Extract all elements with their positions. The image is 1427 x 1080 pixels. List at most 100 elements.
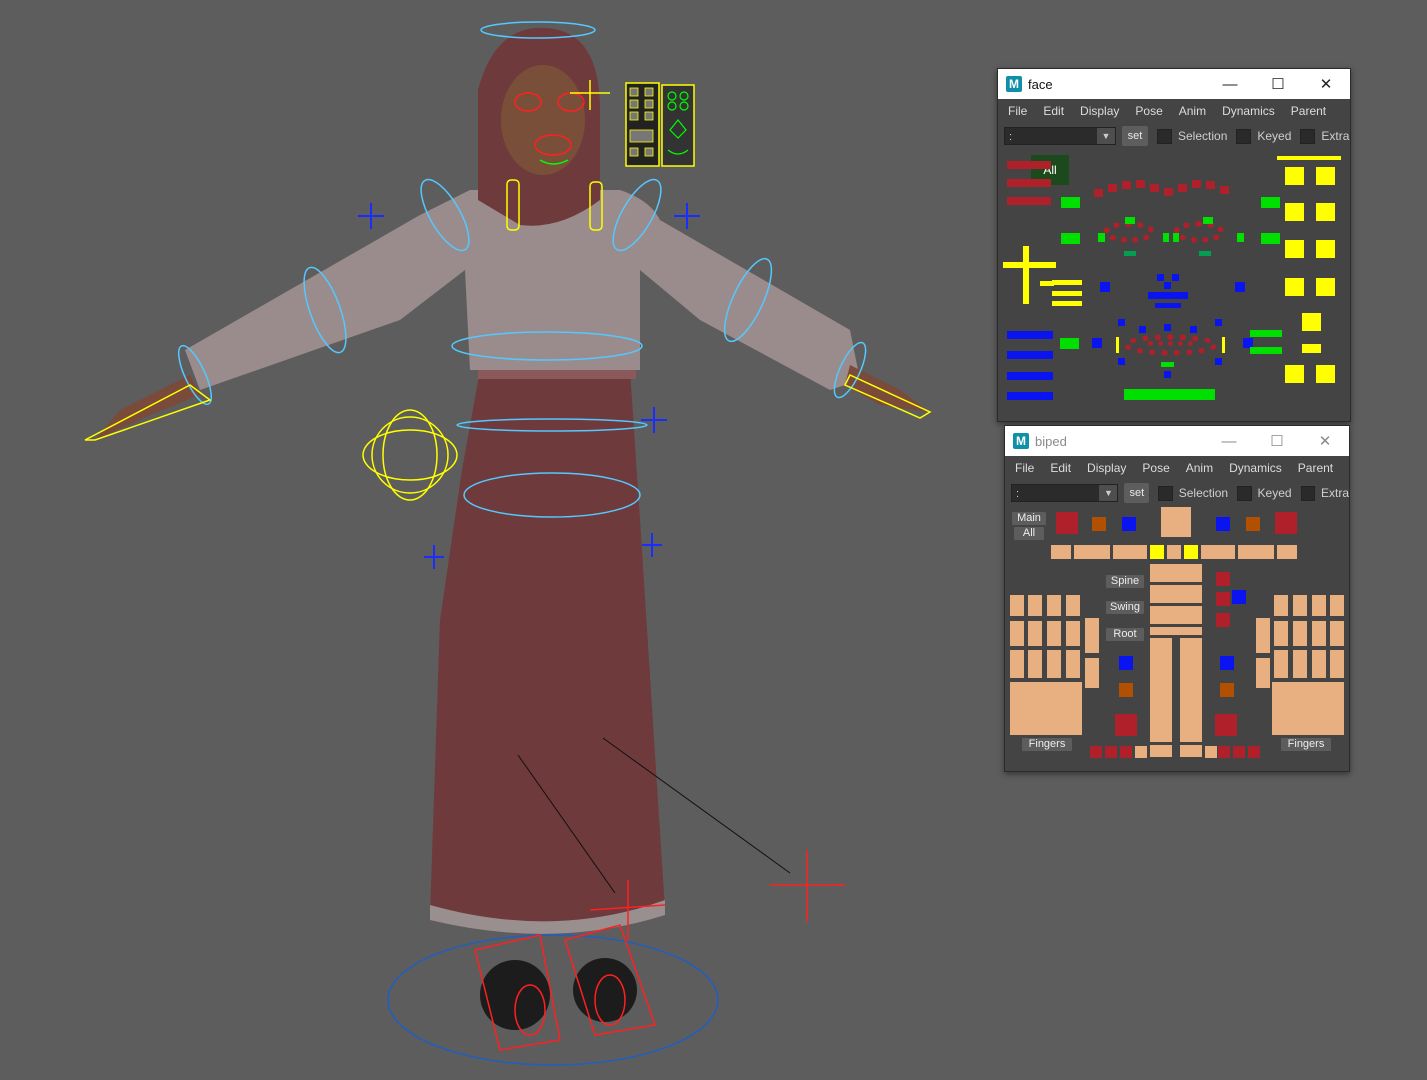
left-hand-finger[interactable]	[1028, 650, 1042, 678]
biped-window-titlebar[interactable]: M biped — ☐ ✕	[1005, 426, 1349, 456]
right-leg-red[interactable]	[1216, 592, 1230, 606]
right-toe-control[interactable]	[1218, 746, 1230, 758]
fingers-left-button[interactable]: Fingers	[1022, 738, 1072, 751]
right-hand-finger[interactable]	[1330, 650, 1344, 678]
chevron-down-icon[interactable]: ▼	[1097, 128, 1115, 144]
left-palm[interactable]	[1010, 682, 1082, 735]
mouth-green-control[interactable]	[1060, 338, 1079, 349]
menu-file[interactable]: File	[1000, 104, 1035, 118]
left-leg-control[interactable]	[1150, 638, 1172, 742]
hip-control[interactable]	[1150, 627, 1202, 635]
yellow-control[interactable]	[1316, 240, 1335, 258]
mouth-green-control[interactable]	[1250, 330, 1282, 337]
menu-file[interactable]: File	[1007, 461, 1042, 475]
face-picker-canvas[interactable]: All	[998, 151, 1350, 419]
right-hand-finger[interactable]	[1312, 621, 1326, 646]
yellow-control[interactable]	[1285, 278, 1304, 296]
left-hand-finger[interactable]	[1028, 621, 1042, 646]
brow-dot-control[interactable]	[1164, 188, 1173, 196]
face-picker-window[interactable]: M face — ☐ ✕ File Edit Display Pose Anim…	[997, 68, 1351, 422]
mouth-blue-control[interactable]	[1164, 324, 1171, 331]
right-hand-finger[interactable]	[1312, 595, 1326, 616]
right-knee-blue[interactable]	[1220, 656, 1234, 670]
pole-vector-cross[interactable]	[770, 850, 845, 922]
nose-blue-control[interactable]	[1172, 274, 1179, 281]
left-hand-finger[interactable]	[1028, 595, 1042, 616]
spine-button[interactable]: Spine	[1106, 575, 1144, 588]
extra-checkbox[interactable]	[1300, 485, 1315, 501]
mouth-corner-yellow[interactable]	[1116, 337, 1119, 353]
swing-button[interactable]: Swing	[1106, 601, 1144, 614]
yellow-control[interactable]	[1285, 167, 1304, 185]
mouth-blue-control[interactable]	[1215, 319, 1222, 326]
close-button[interactable]: ✕	[1302, 69, 1350, 99]
right-hand-finger[interactable]	[1330, 595, 1344, 616]
left-thumb[interactable]	[1085, 618, 1099, 653]
brow-dot-control[interactable]	[1094, 189, 1103, 197]
menu-pose[interactable]: Pose	[1134, 461, 1177, 475]
left-shoulder-ik[interactable]	[1092, 517, 1106, 531]
right-shoulder-fk[interactable]	[1275, 512, 1297, 534]
lips-red-control[interactable]	[1148, 341, 1193, 348]
left-elbow-control[interactable]	[1074, 545, 1110, 559]
left-knee-cross[interactable]	[424, 545, 444, 569]
right-leg-blue[interactable]	[1232, 590, 1246, 604]
mouth-blue-control[interactable]	[1139, 326, 1146, 333]
menu-parent[interactable]: Parent	[1283, 104, 1334, 118]
yellow-control[interactable]	[1302, 313, 1321, 331]
right-leg-red[interactable]	[1216, 572, 1230, 586]
eye-green-control[interactable]	[1203, 217, 1213, 224]
left-foot-control[interactable]	[1150, 745, 1172, 757]
menu-anim[interactable]: Anim	[1178, 461, 1221, 475]
left-toe-control[interactable]	[1105, 746, 1117, 758]
right-toe-control[interactable]	[1248, 746, 1260, 758]
mouth-blue-control[interactable]	[1118, 319, 1125, 326]
right-hand-finger[interactable]	[1330, 621, 1344, 646]
right-knee-cross[interactable]	[642, 533, 662, 557]
jaw-green-bar[interactable]	[1124, 389, 1215, 400]
cheek-green-control[interactable]	[1061, 233, 1080, 244]
eye-ring-control[interactable]	[1103, 221, 1155, 243]
menu-parent[interactable]: Parent	[1290, 461, 1341, 475]
left-hand-finger[interactable]	[1010, 621, 1024, 646]
eye-green-control[interactable]	[1199, 251, 1211, 256]
right-knee-ik[interactable]	[1220, 683, 1234, 697]
face-window-titlebar[interactable]: M face — ☐ ✕	[998, 69, 1350, 99]
right-leg-control[interactable]	[1180, 638, 1202, 742]
brow-dot-control[interactable]	[1206, 181, 1215, 189]
spine-control[interactable]	[1150, 606, 1202, 624]
left-heel-control[interactable]	[1135, 746, 1147, 758]
right-shoulder-blue[interactable]	[1216, 517, 1230, 531]
right-palm[interactable]	[1272, 682, 1344, 735]
right-hand-finger[interactable]	[1274, 650, 1288, 678]
eye-green-control[interactable]	[1173, 233, 1179, 242]
eye-green-control[interactable]	[1098, 233, 1105, 242]
right-toe-control[interactable]	[1233, 746, 1245, 758]
brow-dot-control[interactable]	[1108, 184, 1117, 192]
eye-green-control[interactable]	[1124, 251, 1136, 256]
main-button[interactable]: Main	[1012, 512, 1046, 525]
left-upperarm-control[interactable]	[1113, 545, 1147, 559]
right-heel-control[interactable]	[1205, 746, 1217, 758]
brow-dot-control[interactable]	[1136, 180, 1145, 188]
blue-bar-control[interactable]	[1007, 372, 1053, 380]
left-wrist-control[interactable]	[1051, 545, 1071, 559]
namespace-dropdown[interactable]: : ▼	[1011, 484, 1119, 502]
mouth-blue-control[interactable]	[1215, 358, 1222, 365]
close-button[interactable]: ✕	[1301, 426, 1349, 456]
yellow-control[interactable]	[1302, 344, 1321, 353]
nose-blue-control[interactable]	[1155, 303, 1181, 308]
selection-checkbox[interactable]	[1158, 485, 1173, 501]
right-shoulder-cross[interactable]	[674, 203, 700, 229]
right-wrist-control[interactable]	[1277, 545, 1297, 559]
menu-dynamics[interactable]: Dynamics	[1221, 461, 1290, 475]
jaw-yellow-control[interactable]	[1023, 246, 1029, 304]
menu-edit[interactable]: Edit	[1035, 104, 1072, 118]
cheek-green-control[interactable]	[1261, 233, 1280, 244]
brow-dot-control[interactable]	[1192, 180, 1201, 188]
mouth-corner-yellow[interactable]	[1222, 337, 1225, 353]
spine-control[interactable]	[1150, 585, 1202, 603]
left-hand-finger[interactable]	[1066, 595, 1080, 616]
right-hand-finger[interactable]	[1293, 595, 1307, 616]
extra-checkbox[interactable]	[1300, 128, 1316, 144]
